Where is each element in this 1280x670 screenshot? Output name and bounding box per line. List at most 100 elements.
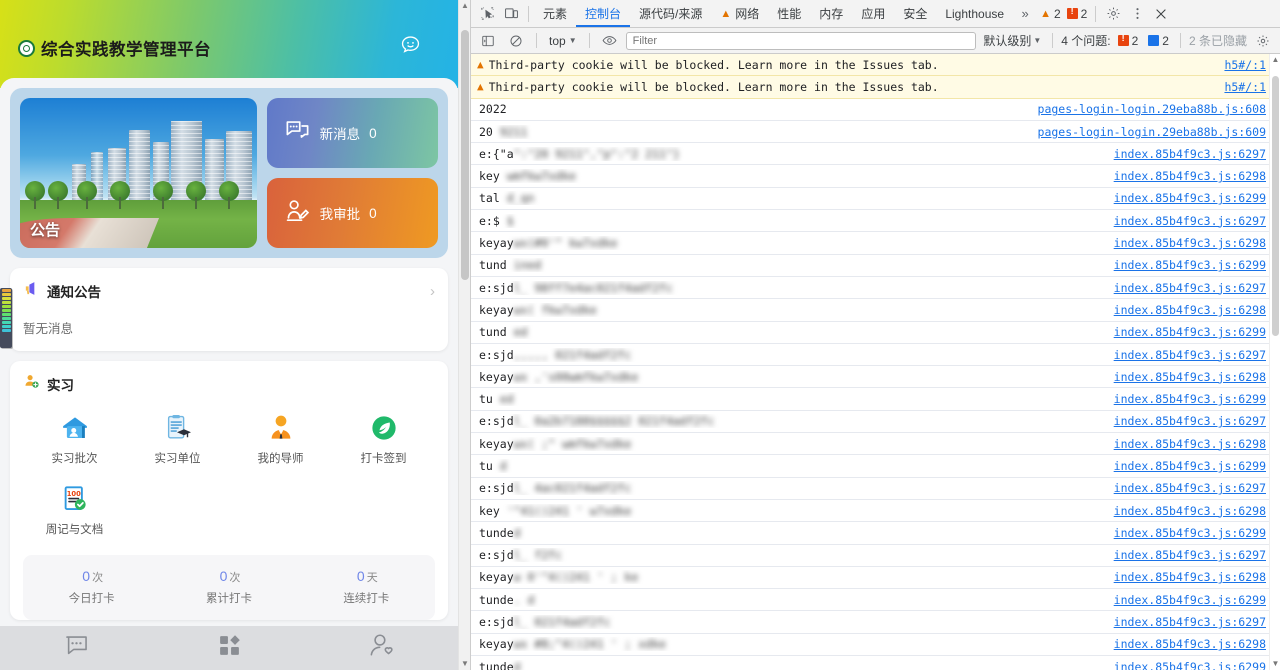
- tab-profile[interactable]: [305, 632, 458, 664]
- scroll-down-arrow[interactable]: ▼: [459, 658, 470, 670]
- chevron-right-icon[interactable]: ›: [430, 284, 435, 299]
- console-source-link[interactable]: index.85b4f9c3.js:6298: [1114, 236, 1266, 250]
- console-source-link[interactable]: index.85b4f9c3.js:6298: [1114, 504, 1266, 518]
- console-source-link[interactable]: index.85b4f9c3.js:6297: [1114, 548, 1266, 562]
- console-source-link[interactable]: index.85b4f9c3.js:6297: [1114, 348, 1266, 362]
- tab-performance[interactable]: 性能: [768, 0, 810, 27]
- console-log-row[interactable]: tunde d index.85b4f9c3.js:6299: [471, 522, 1280, 545]
- grid-item-weekly-doc[interactable]: 100 周记与文档: [23, 476, 126, 547]
- console-warning-row[interactable]: ▲ Third-party cookie will be blocked. Lea…: [471, 76, 1280, 99]
- issue-info-badge[interactable]: 2: [1148, 34, 1169, 48]
- issue-error-badge[interactable]: 2: [1117, 33, 1138, 48]
- kebab-menu-icon[interactable]: [1125, 2, 1149, 26]
- console-source-link[interactable]: index.85b4f9c3.js:6298: [1114, 437, 1266, 451]
- close-icon[interactable]: [1149, 2, 1173, 26]
- console-log-row[interactable]: e:sjdl_ f2fc index.85b4f9c3.js:6297: [471, 545, 1280, 567]
- tab-elements[interactable]: 元素: [534, 0, 576, 27]
- console-log-row[interactable]: e:sjdl_ 021f4adf2fc index.85b4f9c3.js:629…: [471, 611, 1280, 634]
- log-level-select[interactable]: 默认级别 ▼: [980, 32, 1044, 49]
- tab-network[interactable]: ▲ 网络: [711, 0, 768, 27]
- console-source-link[interactable]: index.85b4f9c3.js:6299: [1114, 191, 1266, 205]
- grid-item-batch[interactable]: 实习批次: [23, 405, 126, 476]
- console-log-row[interactable]: keyaywx( fkw7xdke index.85b4f9c3.js:6298: [471, 299, 1280, 322]
- console-source-link[interactable]: index.85b4f9c3.js:6297: [1114, 481, 1266, 495]
- console-log-row[interactable]: e:{"a":"20 9211","p":"2 211"} index.85b4f…: [471, 143, 1280, 166]
- scrollbar-thumb[interactable]: [461, 30, 469, 280]
- live-expression-icon[interactable]: [598, 29, 622, 53]
- console-source-link[interactable]: index.85b4f9c3.js:6298: [1114, 637, 1266, 651]
- console-source-link[interactable]: index.85b4f9c3.js:6298: [1114, 370, 1266, 384]
- inspect-element-icon[interactable]: [475, 2, 499, 26]
- console-source-link[interactable]: index.85b4f9c3.js:6299: [1114, 526, 1266, 540]
- console-log-row[interactable]: e:sjdl_ 0a2b7188$$$$$2 021f4adf2fc index.…: [471, 411, 1280, 434]
- console-source-link[interactable]: h5#/:1: [1224, 80, 1266, 94]
- console-source-link[interactable]: index.85b4f9c3.js:6297: [1114, 281, 1266, 295]
- console-warning-row[interactable]: ▲ Third-party cookie will be blocked. Lea…: [471, 54, 1280, 77]
- console-source-link[interactable]: index.85b4f9c3.js:6298: [1114, 303, 1266, 317]
- console-log-row[interactable]: tund ined index.85b4f9c3.js:6299: [471, 255, 1280, 277]
- console-source-link[interactable]: index.85b4f9c3.js:6299: [1114, 459, 1266, 473]
- tab-sources[interactable]: 源代码/来源: [630, 0, 711, 27]
- console-log-row[interactable]: tu d index.85b4f9c3.js:6299: [471, 455, 1280, 478]
- execution-context-select[interactable]: top ▼: [545, 34, 581, 48]
- console-log-row[interactable]: keyaywx ,'s00wmfkw7xdke index.85b4f9c3.js…: [471, 366, 1280, 389]
- console-log-row[interactable]: key wmfkw7xdke index.85b4f9c3.js:6298: [471, 165, 1280, 188]
- console-log-row[interactable]: tunde. d index.85b4f9c3.js:6299: [471, 589, 1280, 612]
- console-sidebar-icon[interactable]: [476, 29, 500, 53]
- console-log-row[interactable]: tund ed index.85b4f9c3.js:6299: [471, 322, 1280, 344]
- filter-input[interactable]: [625, 31, 977, 50]
- console-source-link[interactable]: index.85b4f9c3.js:6297: [1114, 615, 1266, 629]
- console-log-row[interactable]: e:sjdl_ 98ff7e4ac021f4adf2fc index.85b4f9…: [471, 277, 1280, 300]
- console-log-row[interactable]: tu ed index.85b4f9c3.js:6299: [471, 388, 1280, 411]
- scroll-down-arrow[interactable]: ▼: [1270, 658, 1280, 670]
- tab-lighthouse[interactable]: Lighthouse: [936, 0, 1013, 27]
- console-log-row[interactable]: e:$ $ index.85b4f9c3.js:6297: [471, 210, 1280, 233]
- tab-application[interactable]: 应用: [852, 0, 894, 27]
- error-badge[interactable]: 2: [1066, 6, 1087, 21]
- scroll-up-arrow[interactable]: ▲: [459, 0, 470, 12]
- tab-console[interactable]: 控制台: [576, 0, 630, 27]
- grid-item-mentor[interactable]: 我的导师: [229, 405, 332, 476]
- console-log-row[interactable]: tal d_qn index.85b4f9c3.js:6299: [471, 188, 1280, 211]
- console-log-row[interactable]: keyaywx( ;^ wmfkw7xdke index.85b4f9c3.js:…: [471, 433, 1280, 456]
- console-source-link[interactable]: index.85b4f9c3.js:6299: [1114, 258, 1266, 272]
- console-source-link[interactable]: index.85b4f9c3.js:6297: [1114, 147, 1266, 161]
- console-log-row[interactable]: 20 9211 pages-login-login.29eba88b.js:609: [471, 121, 1280, 144]
- smiley-chat-icon[interactable]: [399, 34, 422, 57]
- console-log-row[interactable]: 2022 pages-login-login.29eba88b.js:608: [471, 99, 1280, 121]
- console-source-link[interactable]: index.85b4f9c3.js:6299: [1114, 325, 1266, 339]
- grid-item-checkin[interactable]: 打卡签到: [332, 405, 435, 476]
- console-source-link[interactable]: index.85b4f9c3.js:6298: [1114, 570, 1266, 584]
- console-source-link[interactable]: index.85b4f9c3.js:6297: [1114, 214, 1266, 228]
- scrollbar-thumb[interactable]: [1272, 76, 1279, 336]
- console-scrollbar[interactable]: ▲ ▼: [1269, 54, 1280, 670]
- chevron-double-right-icon[interactable]: »: [1013, 2, 1037, 26]
- console-log-row[interactable]: keyaywx #8;^4()241 ' ; xdke index.85b4f9c…: [471, 634, 1280, 657]
- console-log-row[interactable]: key '^41()241 ' w7xdke index.85b4f9c3.js:…: [471, 500, 1280, 523]
- warning-badge[interactable]: ▲ 2: [1040, 7, 1061, 21]
- console-message-list[interactable]: ▲ Third-party cookie will be blocked. Lea…: [471, 54, 1280, 670]
- city-park-photo[interactable]: 公告: [20, 98, 257, 248]
- tab-messages[interactable]: [0, 632, 153, 664]
- grid-item-unit[interactable]: 实习单位: [126, 405, 229, 476]
- console-log-row[interactable]: keyaywx(#0'^ kw7xdke index.85b4f9c3.js:62…: [471, 232, 1280, 255]
- console-log-row[interactable]: keyayw 0'^4()241 ' ; ke index.85b4f9c3.js…: [471, 567, 1280, 590]
- console-log-row[interactable]: e:sjdl_ 4ac021f4adf2fc index.85b4f9c3.js:…: [471, 478, 1280, 500]
- tile-new-messages[interactable]: 新消息 0: [266, 98, 438, 168]
- console-log-row[interactable]: tunde d index.85b4f9c3.js:6299: [471, 656, 1280, 670]
- console-source-link[interactable]: index.85b4f9c3.js:6299: [1114, 660, 1266, 670]
- console-source-link[interactable]: index.85b4f9c3.js:6297: [1114, 414, 1266, 428]
- console-source-link[interactable]: h5#/:1: [1224, 58, 1266, 72]
- console-source-link[interactable]: pages-login-login.29eba88b.js:608: [1038, 102, 1266, 116]
- notice-card[interactable]: 通知公告 › 暂无消息: [10, 268, 448, 351]
- tab-memory[interactable]: 内存: [810, 0, 852, 27]
- console-log-row[interactable]: e:sjd ,,,,, 021f4adf2fc index.85b4f9c3.js…: [471, 344, 1280, 367]
- console-source-link[interactable]: index.85b4f9c3.js:6299: [1114, 593, 1266, 607]
- console-settings-gear-icon[interactable]: [1251, 29, 1275, 53]
- tab-apps[interactable]: [153, 633, 306, 663]
- console-source-link[interactable]: index.85b4f9c3.js:6299: [1114, 392, 1266, 406]
- console-source-link[interactable]: index.85b4f9c3.js:6298: [1114, 169, 1266, 183]
- phone-scrollbar[interactable]: ▲ ▼: [458, 0, 470, 670]
- tab-security[interactable]: 安全: [894, 0, 936, 27]
- clear-console-icon[interactable]: [504, 29, 528, 53]
